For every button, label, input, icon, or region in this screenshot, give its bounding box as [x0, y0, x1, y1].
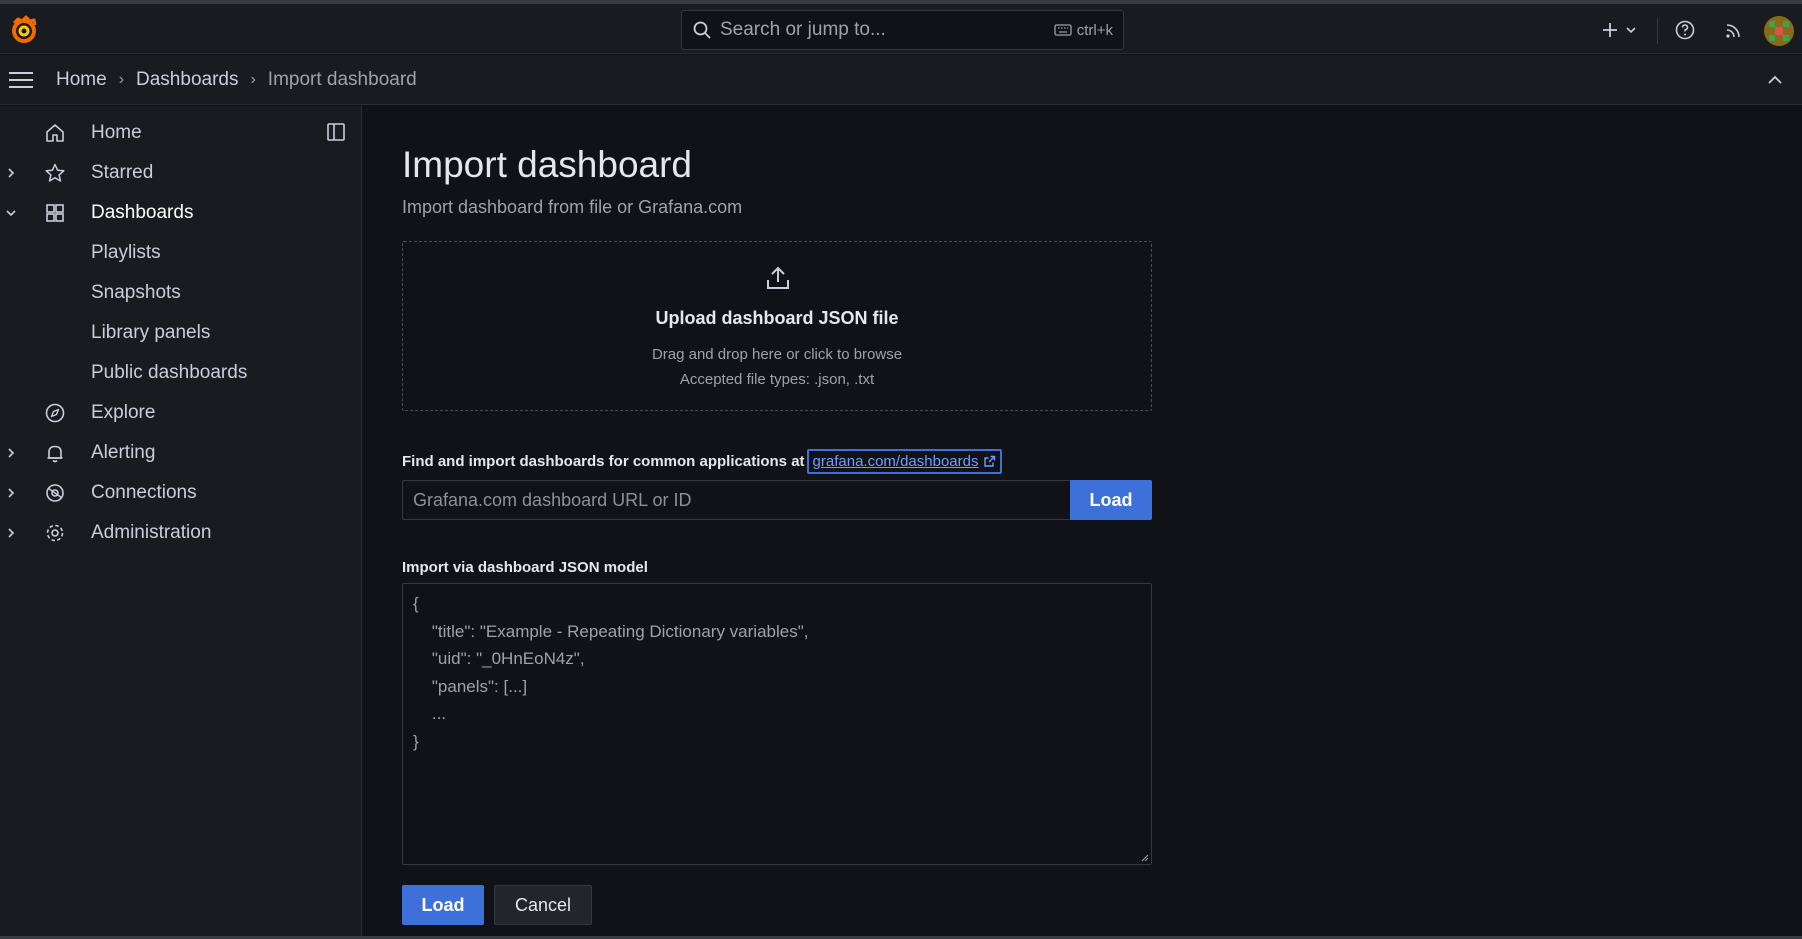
chevron-down-icon[interactable]	[4, 206, 18, 220]
breadcrumb-separator-icon: ›	[250, 71, 256, 88]
breadcrumb-home[interactable]: Home	[56, 69, 107, 91]
news-button[interactable]	[1722, 18, 1746, 42]
page-subtitle: Import dashboard from file or Grafana.co…	[402, 197, 743, 217]
star-icon	[45, 163, 65, 182]
connections-icon	[46, 484, 64, 502]
dashboard-url-placeholder: Grafana.com dashboard URL or ID	[413, 489, 692, 510]
user-avatar[interactable]	[1764, 16, 1794, 46]
json-model-label: Import via dashboard JSON model	[402, 559, 648, 576]
breadcrumb: Home › Dashboards › Import dashboard	[56, 69, 417, 91]
breadcrumb-current: Import dashboard	[267, 69, 417, 90]
sidebar-item-label: Administration	[91, 522, 212, 543]
upload-file-types: Accepted file types: .json, .txt	[679, 371, 875, 388]
upload-hint: Drag and drop here or click to browse	[651, 346, 903, 363]
sidebar-item-library-panels[interactable]: Library panels	[0, 313, 362, 353]
rss-icon	[1726, 24, 1740, 38]
grafana-dashboards-link[interactable]: grafana.com/dashboards	[806, 449, 1003, 474]
sidebar-item-alerting[interactable]: Alerting	[0, 433, 362, 473]
sidebar-item-snapshots[interactable]: Snapshots	[0, 273, 362, 313]
sidebar-item-playlists[interactable]: Playlists	[0, 233, 362, 273]
sidebar-item-connections[interactable]: Connections	[0, 473, 362, 513]
json-placeholder-line: ...	[413, 704, 447, 723]
main-content: Import dashboard Import dashboard from f…	[363, 106, 1802, 939]
toolbar-divider	[1657, 18, 1658, 44]
sidebar-item-home[interactable]: Home	[0, 113, 362, 153]
search-shortcut-label: ctrl+k	[1076, 21, 1113, 39]
breadcrumb-dashboards[interactable]: Dashboards	[136, 69, 238, 91]
cancel-button[interactable]: Cancel	[494, 885, 592, 925]
breadcrumb-separator-icon: ›	[118, 71, 125, 88]
sidebar-item-explore[interactable]: Explore	[0, 393, 362, 433]
help-icon	[1675, 20, 1695, 40]
sidebar-item-label: Library panels	[91, 322, 211, 343]
chevron-up-icon[interactable]	[1765, 70, 1785, 90]
compass-icon	[45, 403, 65, 423]
chevron-right-icon[interactable]	[4, 526, 18, 540]
chevron-right-icon[interactable]	[4, 166, 18, 180]
json-placeholder-line: "panels": [...]	[413, 676, 528, 696]
dashboards-grid-icon	[46, 204, 64, 222]
sidebar-item-label: Home	[91, 122, 142, 143]
upload-dropzone[interactable]: Upload dashboard JSON file Drag and drop…	[402, 241, 1152, 411]
upload-heading: Upload dashboard JSON file	[655, 308, 899, 328]
plus-icon	[1603, 23, 1617, 37]
new-menu-button[interactable]	[1598, 18, 1640, 42]
search-bar[interactable]: Search or jump to... ctrl+k	[681, 10, 1124, 50]
json-placeholder-line: }	[413, 731, 419, 751]
find-dashboards-label: Find and import dashboards for common ap…	[402, 449, 1003, 474]
sidebar-item-label: Starred	[91, 162, 154, 183]
json-model-textarea[interactable]: { "title": "Example - Repeating Dictiona…	[402, 583, 1152, 865]
sidebar-item-label: Alerting	[91, 442, 156, 463]
resize-handle-icon[interactable]	[1141, 854, 1149, 862]
sidebar-item-label: Public dashboards	[91, 362, 248, 383]
sidebar-item-starred[interactable]: Starred	[0, 153, 362, 193]
page-title: Import dashboard	[402, 144, 693, 185]
home-icon	[46, 124, 64, 142]
chevron-right-icon[interactable]	[4, 446, 18, 460]
sidebar: Home Starred Dashboards Playlists Snapsh…	[0, 106, 362, 939]
chevron-right-icon[interactable]	[4, 486, 18, 500]
sidebar-item-label: Dashboards	[91, 202, 194, 223]
bell-icon	[47, 445, 63, 463]
gear-icon	[46, 524, 64, 542]
search-icon	[693, 21, 711, 39]
keyboard-icon	[1054, 24, 1072, 36]
json-placeholder-line: {	[413, 594, 419, 613]
url-load-button[interactable]: Load	[1070, 480, 1152, 520]
sidebar-item-dashboards[interactable]: Dashboards	[0, 193, 362, 233]
json-placeholder-line: "uid": "_0HnEoN4z",	[413, 649, 585, 668]
json-placeholder-line: "title": "Example - Repeating Dictionary…	[413, 621, 809, 641]
sidebar-item-label: Connections	[91, 482, 197, 503]
external-link-icon	[984, 455, 996, 467]
find-dashboards-text: Find and import dashboards for common ap…	[402, 453, 805, 470]
sidebar-item-administration[interactable]: Administration	[0, 513, 362, 553]
sidebar-item-label: Explore	[91, 402, 156, 423]
sidebar-item-public-dashboards[interactable]: Public dashboards	[0, 353, 362, 393]
avatar-icon	[1764, 16, 1794, 46]
upload-icon	[767, 266, 789, 289]
sidebar-item-label: Playlists	[91, 242, 161, 263]
menu-icon[interactable]	[8, 69, 34, 91]
search-shortcut: ctrl+k	[1054, 22, 1113, 39]
grafana-dashboards-link-text: grafana.com/dashboards	[812, 453, 979, 470]
search-placeholder: Search or jump to...	[720, 19, 886, 40]
sidebar-item-label: Snapshots	[91, 282, 181, 303]
top-bar: Search or jump to... ctrl+k	[0, 4, 1802, 54]
grafana-logo-icon[interactable]	[8, 14, 40, 46]
breadcrumb-bar: Home › Dashboards › Import dashboard	[0, 55, 1802, 105]
load-button[interactable]: Load	[402, 885, 484, 925]
dashboard-url-input[interactable]: Grafana.com dashboard URL or ID	[402, 480, 1072, 520]
chevron-down-icon	[1626, 27, 1636, 34]
help-button[interactable]	[1673, 18, 1697, 42]
